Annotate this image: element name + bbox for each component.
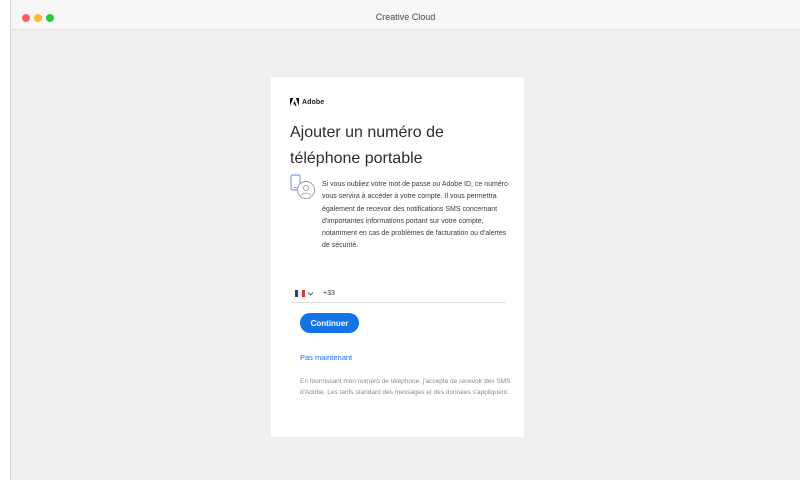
continue-button[interactable]: Continuer	[300, 313, 359, 333]
sms-disclaimer: En fournissant mon numéro de téléphone, …	[300, 378, 511, 396]
window-title: Creative Cloud	[375, 12, 436, 22]
description-text: Si vous oubliez votre mot de passe ou Ad…	[322, 181, 508, 250]
page-title: Ajouter un numéro de téléphone portable	[290, 124, 444, 167]
adobe-logo-icon	[290, 98, 299, 106]
france-flag-icon[interactable]	[295, 290, 305, 297]
adobe-brand: Adobe	[290, 98, 324, 106]
not-now-link[interactable]: Pas maintenant	[300, 353, 352, 362]
chevron-down-icon[interactable]	[307, 290, 314, 297]
phone-number-field[interactable]: +33	[291, 285, 506, 303]
brand-name: Adobe	[302, 98, 325, 106]
add-phone-card: Adobe Ajouter un numéro de téléphone por…	[271, 77, 524, 437]
dial-code: +33	[323, 290, 335, 297]
phone-user-icon	[290, 174, 315, 199]
title-bar: Creative Cloud	[11, 0, 800, 30]
